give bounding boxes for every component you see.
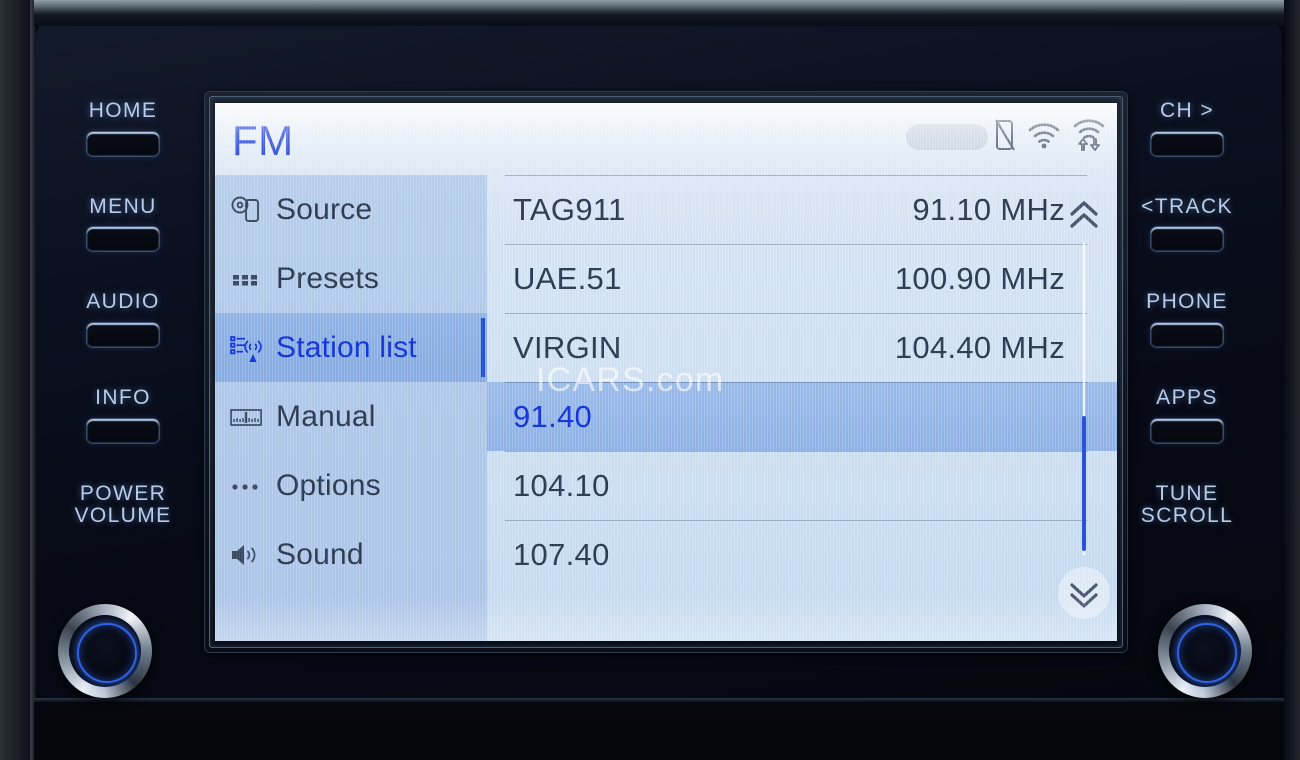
- phone-disconnected-icon: [993, 118, 1017, 157]
- audio-button[interactable]: AUDIO: [48, 290, 198, 348]
- station-frequency: 104.40 MHz: [894, 329, 1065, 365]
- table-row-selected[interactable]: 91.40: [487, 382, 1117, 451]
- apps-button-label: APPS: [1156, 386, 1218, 410]
- table-row[interactable]: 107.40: [487, 520, 1117, 589]
- info-button-key[interactable]: [87, 418, 159, 443]
- track-back-button-label: <TRACK: [1141, 194, 1233, 218]
- sidebar-item-source[interactable]: Source: [215, 175, 487, 244]
- tuning-dial-icon: [229, 400, 263, 434]
- head-unit: FM Source Presets Station list Manual Op…: [0, 0, 1300, 760]
- dashboard-left-trim: [0, 0, 34, 760]
- double-chevron-down-icon[interactable]: [1058, 567, 1110, 619]
- row-separator: [505, 244, 1087, 245]
- wifi-icon: [1027, 120, 1061, 155]
- tune-scroll-knob-ring: [1177, 623, 1237, 683]
- track-back-button[interactable]: <TRACK: [1112, 194, 1262, 252]
- power-volume-line1: POWER: [79, 481, 167, 505]
- sidebar-item-label: Presets: [276, 261, 380, 295]
- station-name: 104.10: [513, 467, 610, 503]
- tune-scroll-line1: TUNE: [1155, 481, 1219, 505]
- home-button[interactable]: HOME: [48, 99, 198, 156]
- double-chevron-up-icon[interactable]: [1059, 195, 1109, 235]
- page-title: FM: [232, 117, 294, 164]
- tune-scroll-label: TUNE SCROLL: [1112, 481, 1262, 527]
- power-volume-knob[interactable]: [58, 604, 152, 698]
- bottom-panel: [34, 702, 1284, 760]
- row-separator: [505, 382, 1087, 383]
- left-button-column: HOME MENU AUDIO INFO POWER VOLUME: [48, 99, 198, 535]
- home-button-label: HOME: [88, 99, 158, 122]
- tune-scroll-knob[interactable]: [1158, 604, 1252, 698]
- row-separator: [505, 175, 1087, 176]
- table-row[interactable]: VIRGIN 104.40 MHz: [487, 313, 1117, 382]
- apps-button[interactable]: APPS: [1112, 386, 1262, 443]
- power-volume-line2: VOLUME: [74, 503, 172, 527]
- sidebar-item-label: Sound: [276, 537, 364, 571]
- phone-button-key[interactable]: [1151, 323, 1223, 348]
- info-button-label: INFO: [95, 386, 151, 410]
- screen-header: FM: [215, 103, 1117, 175]
- grid-dots-icon: [229, 262, 263, 296]
- ellipsis-icon: [229, 469, 263, 503]
- speaker-icon: [229, 538, 263, 572]
- channel-up-button-label: CH >: [1159, 99, 1215, 122]
- power-volume-knob-ring: [77, 623, 137, 683]
- sidebar-item-presets[interactable]: Presets: [215, 244, 487, 313]
- power-volume-label: POWER VOLUME: [48, 481, 198, 527]
- header-pill-placeholder: [906, 124, 988, 150]
- scrollbar: [1053, 181, 1115, 637]
- station-frequency: 91.10 MHz: [912, 191, 1065, 227]
- sidebar-item-manual[interactable]: Manual: [215, 382, 487, 451]
- top-trim-shadow: [34, 14, 1284, 26]
- phone-button-label: PHONE: [1146, 290, 1228, 314]
- dashboard-right-trim: [1284, 0, 1300, 760]
- station-name: 91.40: [513, 398, 593, 434]
- menu-button-key[interactable]: [87, 227, 159, 252]
- lcd-screen: FM Source Presets Station list Manual Op…: [215, 103, 1117, 641]
- wifi-data-transfer-icon: [1071, 118, 1107, 157]
- menu-button[interactable]: MENU: [48, 194, 198, 252]
- sidebar-item-sound[interactable]: Sound: [215, 520, 487, 589]
- table-row[interactable]: TAG911 91.10 MHz: [487, 175, 1117, 244]
- station-list: TAG911 91.10 MHz UAE.51 100.90 MHz VIRGI…: [487, 175, 1117, 641]
- sidebar-item-label: Station list: [276, 330, 417, 364]
- info-button[interactable]: INFO: [48, 386, 198, 443]
- home-button-key[interactable]: [87, 131, 159, 156]
- sidebar-item-station-list[interactable]: Station list: [215, 313, 487, 382]
- phone-button[interactable]: PHONE: [1112, 290, 1262, 348]
- sidebar-item-options[interactable]: Options: [215, 451, 487, 520]
- table-row[interactable]: UAE.51 100.90 MHz: [487, 244, 1117, 313]
- row-separator: [505, 313, 1087, 314]
- disc-device-icon: [229, 193, 263, 227]
- station-frequency: 100.90 MHz: [894, 260, 1065, 296]
- table-row[interactable]: 104.10: [487, 451, 1117, 520]
- tune-scroll-line2: SCROLL: [1140, 503, 1234, 527]
- station-list-icon: [229, 331, 263, 365]
- channel-up-button-key[interactable]: [1151, 131, 1223, 156]
- menu-button-label: MENU: [89, 194, 157, 218]
- track-back-button-key[interactable]: [1151, 227, 1223, 252]
- audio-button-label: AUDIO: [86, 290, 160, 314]
- scrollbar-thumb[interactable]: [1082, 416, 1086, 551]
- station-name: UAE.51: [513, 260, 622, 296]
- channel-up-button[interactable]: CH >: [1112, 99, 1262, 156]
- menu-sidebar: Source Presets Station list Manual Optio…: [215, 175, 487, 641]
- row-separator: [505, 451, 1087, 452]
- sidebar-item-label: Manual: [276, 399, 376, 433]
- apps-button-key[interactable]: [1151, 418, 1223, 443]
- status-icon-tray: [993, 118, 1107, 157]
- station-name: VIRGIN: [513, 329, 622, 365]
- audio-button-key[interactable]: [87, 323, 159, 348]
- sidebar-item-label: Source: [276, 192, 373, 226]
- station-name: TAG911: [513, 191, 626, 227]
- row-separator: [505, 520, 1087, 521]
- right-button-column: CH > <TRACK PHONE APPS TUNE SCROLL: [1112, 99, 1262, 535]
- sidebar-item-label: Options: [276, 468, 381, 502]
- station-name: 107.40: [513, 536, 610, 572]
